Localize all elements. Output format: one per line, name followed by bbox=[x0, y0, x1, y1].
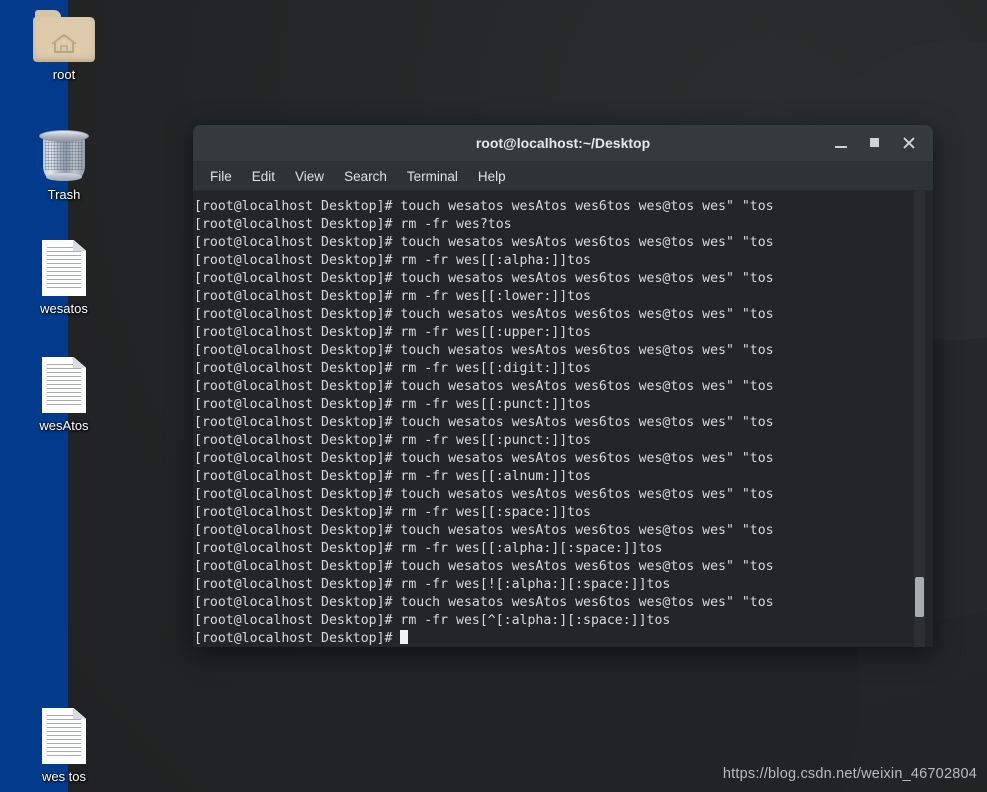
terminal-line: [root@localhost Desktop]# rm -fr wes[[:d… bbox=[194, 361, 591, 376]
scrollbar-thumb[interactable] bbox=[915, 576, 924, 617]
terminal-line: [root@localhost Desktop]# rm -fr wes[[:a… bbox=[194, 541, 663, 556]
terminal-line: [root@localhost Desktop]# rm -fr wes[[:a… bbox=[194, 469, 591, 484]
home-glyph-icon bbox=[51, 33, 77, 53]
terminal-window[interactable]: root@localhost:~/Desktop File Edit View … bbox=[193, 125, 933, 647]
window-title: root@localhost:~/Desktop bbox=[475, 135, 651, 151]
menu-item-view[interactable]: View bbox=[286, 166, 333, 187]
menu-item-help[interactable]: Help bbox=[469, 166, 515, 187]
terminal-line: [root@localhost Desktop]# rm -fr wes[[:a… bbox=[194, 253, 591, 268]
trash-icon bbox=[39, 128, 89, 182]
watermark-text: https://blog.csdn.net/weixin_46702804 bbox=[722, 766, 977, 782]
desktop-screen: root Trash wesatos wesAtos wes tos root@… bbox=[0, 0, 987, 792]
terminal-line: [root@localhost Desktop]# touch wesatos … bbox=[194, 451, 774, 466]
desktop-icon-label: root bbox=[52, 67, 76, 82]
terminal-line: [root@localhost Desktop]# rm -fr wes?tos bbox=[194, 217, 512, 232]
window-controls bbox=[833, 125, 925, 161]
terminal-line: [root@localhost Desktop]# touch wesatos … bbox=[194, 559, 774, 574]
desktop-icon-trash[interactable]: Trash bbox=[0, 128, 128, 202]
terminal-line: [root@localhost Desktop]# touch wesatos … bbox=[194, 595, 774, 610]
terminal-cursor bbox=[400, 630, 409, 644]
file-document-icon bbox=[42, 357, 86, 413]
terminal-line: [root@localhost Desktop]# touch wesatos … bbox=[194, 379, 774, 394]
terminal-line: [root@localhost Desktop]# touch wesatos … bbox=[194, 271, 774, 286]
terminal-line: [root@localhost Desktop]# rm -fr wes[[:p… bbox=[194, 433, 591, 448]
terminal-line: [root@localhost Desktop]# touch wesatos … bbox=[194, 235, 774, 250]
terminal-line: [root@localhost Desktop]# rm -fr wes[[:s… bbox=[194, 505, 591, 520]
desktop-icon-wes-tos[interactable]: wes tos bbox=[0, 708, 128, 784]
menu-item-search[interactable]: Search bbox=[335, 166, 396, 187]
terminal-line: [root@localhost Desktop]# touch wesatos … bbox=[194, 307, 774, 322]
desktop-icon-label: Trash bbox=[47, 187, 81, 202]
desktop-icon-wesatos[interactable]: wesatos bbox=[0, 240, 128, 316]
desktop-icon-wesAtos[interactable]: wesAtos bbox=[0, 357, 128, 433]
desktop-icon-label: wesAtos bbox=[39, 418, 89, 433]
terminal-line: [root@localhost Desktop]# rm -fr wes[![:… bbox=[194, 577, 671, 592]
maximize-icon[interactable] bbox=[867, 135, 883, 151]
terminal-line: [root@localhost Desktop]# touch wesatos … bbox=[194, 343, 774, 358]
file-document-icon bbox=[42, 240, 86, 296]
menu-item-terminal[interactable]: Terminal bbox=[398, 166, 467, 187]
terminal-line: [root@localhost Desktop]# touch wesatos … bbox=[194, 523, 774, 538]
terminal-prompt-line: [root@localhost Desktop]# bbox=[194, 630, 909, 647]
menu-item-edit[interactable]: Edit bbox=[243, 166, 284, 187]
folder-home-icon bbox=[33, 10, 95, 62]
terminal-line: [root@localhost Desktop]# rm -fr wes[[:l… bbox=[194, 289, 591, 304]
close-icon[interactable] bbox=[901, 135, 917, 151]
terminal-scrollbar[interactable] bbox=[914, 191, 925, 647]
terminal-line: [root@localhost Desktop]# touch wesatos … bbox=[194, 487, 774, 502]
terminal-output-area[interactable]: [root@localhost Desktop]# touch wesatos … bbox=[193, 191, 933, 647]
terminal-text: [root@localhost Desktop]# touch wesatos … bbox=[194, 198, 909, 647]
desktop-icon-root[interactable]: root bbox=[0, 10, 128, 82]
minimize-icon[interactable] bbox=[833, 135, 849, 151]
terminal-prompt: [root@localhost Desktop]# bbox=[194, 631, 401, 646]
desktop-icon-label: wes tos bbox=[41, 769, 87, 784]
file-document-icon bbox=[42, 708, 86, 764]
terminal-line: [root@localhost Desktop]# rm -fr wes[[:u… bbox=[194, 325, 591, 340]
terminal-titlebar[interactable]: root@localhost:~/Desktop bbox=[193, 125, 933, 162]
desktop-icon-label: wesatos bbox=[40, 301, 88, 316]
terminal-line: [root@localhost Desktop]# rm -fr wes[^[:… bbox=[194, 613, 671, 628]
terminal-line: [root@localhost Desktop]# touch wesatos … bbox=[194, 415, 774, 430]
terminal-line: [root@localhost Desktop]# rm -fr wes[[:p… bbox=[194, 397, 591, 412]
menu-item-file[interactable]: File bbox=[201, 166, 241, 187]
terminal-line: [root@localhost Desktop]# touch wesatos … bbox=[194, 199, 774, 214]
terminal-menubar: File Edit View Search Terminal Help bbox=[193, 162, 933, 191]
